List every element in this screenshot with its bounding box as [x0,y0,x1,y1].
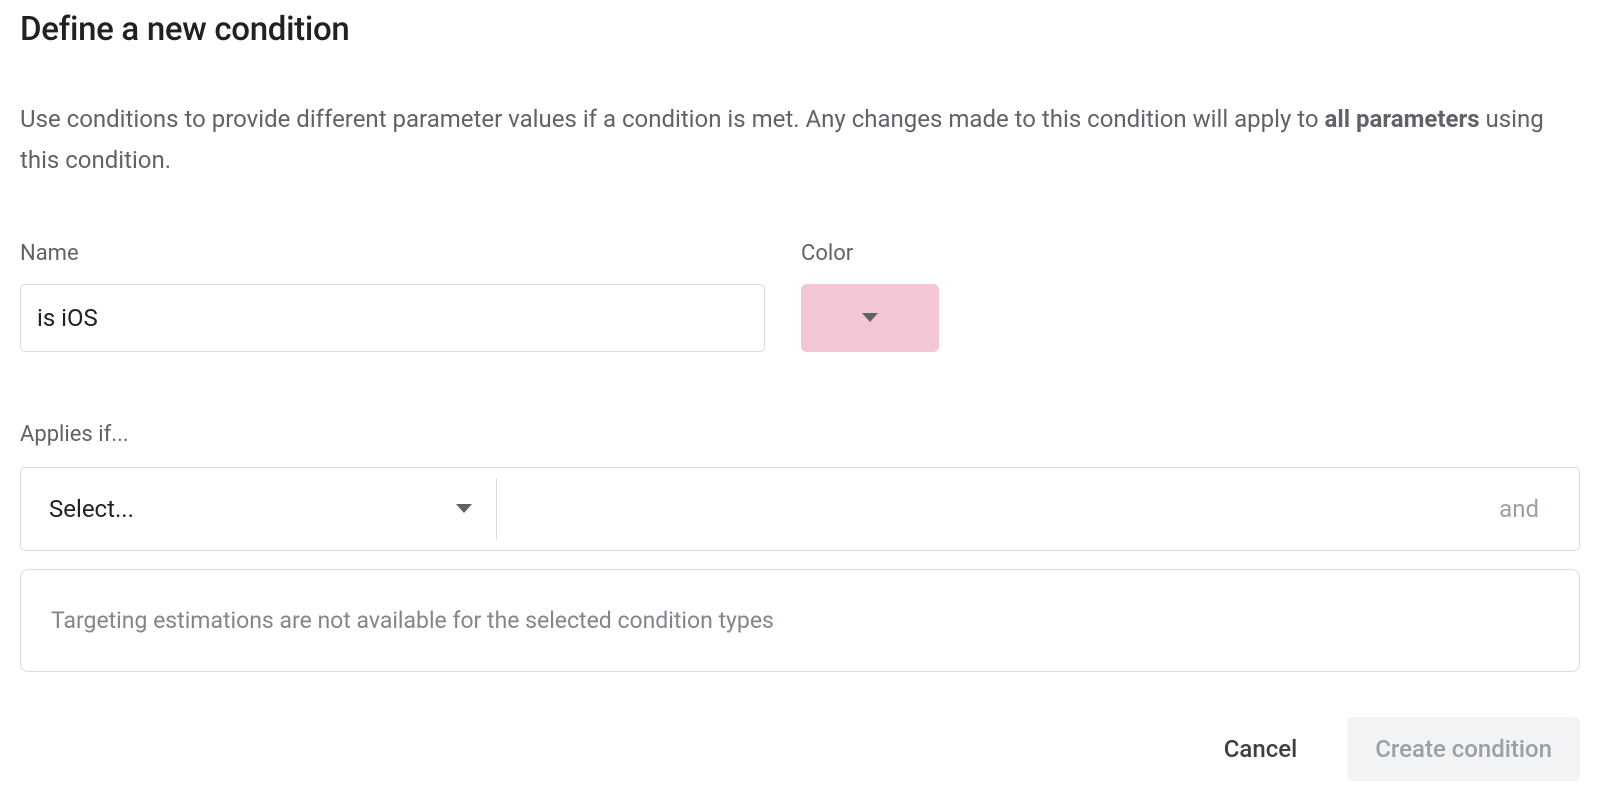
condition-value-area [497,468,1499,550]
chevron-down-icon [456,504,472,513]
name-label: Name [20,241,765,266]
color-swatch-selector[interactable] [801,284,939,352]
targeting-info-box: Targeting estimations are not available … [20,569,1580,672]
condition-select-text: Select... [49,495,134,523]
condition-select[interactable]: Select... [21,468,496,550]
cancel-button[interactable]: Cancel [1216,723,1305,775]
name-input[interactable] [20,284,765,352]
name-group: Name [20,241,765,352]
chevron-down-icon [862,313,878,322]
form-row: Name Color [20,241,1580,352]
page-title: Define a new condition [20,10,1580,49]
targeting-info-text: Targeting estimations are not available … [51,607,1549,634]
description-bold: all parameters [1325,105,1480,133]
color-label: Color [801,241,939,266]
condition-row: Select... and [20,467,1580,551]
and-operator-button[interactable]: and [1499,468,1579,550]
button-row: Cancel Create condition [20,717,1580,781]
description-prefix: Use conditions to provide different para… [20,105,1325,133]
applies-if-label: Applies if... [20,422,1580,447]
color-group: Color [801,241,939,352]
description-text: Use conditions to provide different para… [20,99,1580,181]
create-condition-button[interactable]: Create condition [1347,717,1580,781]
